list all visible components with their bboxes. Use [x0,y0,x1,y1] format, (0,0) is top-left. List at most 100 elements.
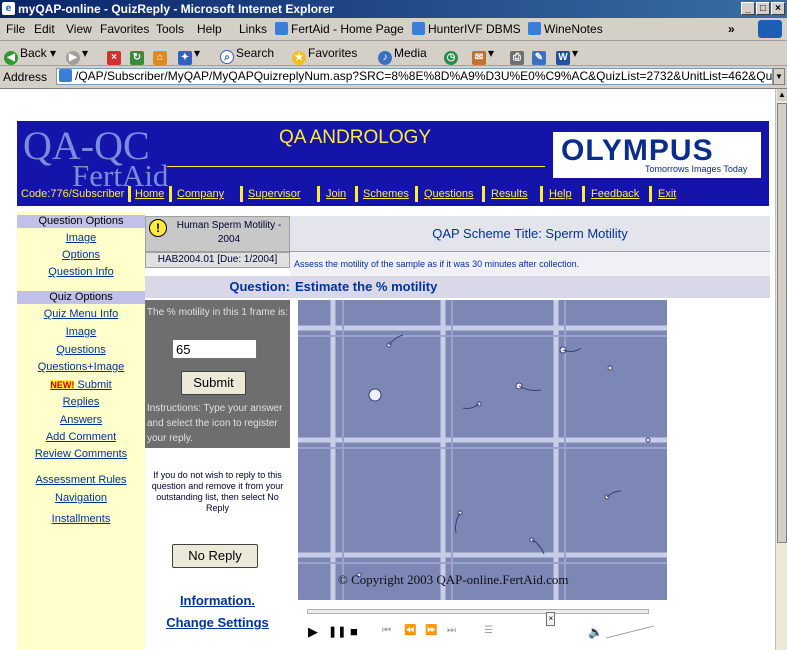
play-button[interactable]: ▶ [308,624,318,640]
sidebar-add-comment[interactable]: Add Comment [17,431,145,443]
nav-results[interactable]: Results [491,188,528,200]
menu-view[interactable]: View [66,18,92,40]
nav-exit[interactable]: Exit [658,188,676,200]
volume-slider[interactable] [606,624,656,640]
sidebar-question-image[interactable]: Image [17,232,145,244]
link-fertaid-home[interactable]: FertAid - Home Page [275,18,404,40]
sidebar-questions-image[interactable]: Questions+Image [17,361,145,373]
vertical-scrollbar[interactable]: ▲ [775,89,787,650]
toolbar: ◀ Back ▾ ▶ ▾ × ↻ ⌂ ✦ ▾ ⌕ Search ★ Favorites ♪… [0,41,787,66]
sidebar-submit-item[interactable]: NEW! Submit [17,379,145,391]
media-button[interactable]: ♪ Media [378,41,427,65]
sponsor-name: OLYMPUS [561,134,714,167]
site-title: QA ANDROLOGY [279,127,432,148]
sidebar-quiz-menu-info[interactable]: Quiz Menu Info [17,308,145,320]
media-icon: ♪ [378,51,392,65]
scroll-thumb[interactable] [777,103,787,543]
no-reply-explanation: If you do not wish to reply to this ques… [151,470,284,513]
tools-button[interactable]: ✦ ▾ [178,41,200,65]
maximize-button[interactable]: □ [756,2,770,15]
sidebar-assessment-rules[interactable]: Assessment Rules [17,474,145,486]
change-settings-link[interactable]: Change Settings [145,615,290,630]
sidebar-review-comments[interactable]: Review Comments [17,448,145,460]
seek-thumb[interactable]: × [546,612,556,626]
edit-page-button[interactable]: ✎ [532,41,548,65]
no-reply-button[interactable]: No Reply [172,544,258,568]
link-winenotes[interactable]: WineNotes [528,18,603,40]
favorites-button[interactable]: ★ Favorites [292,41,357,65]
warning-icon[interactable]: ! [149,219,167,237]
nav-company[interactable]: Company [177,188,224,200]
refresh-button[interactable]: ↻ [130,41,146,65]
menu-edit[interactable]: Edit [34,18,55,40]
mail-button[interactable]: ✉ ▾ [472,41,494,65]
previous-track-icon[interactable]: ⏮ [382,625,391,636]
nav-schemes[interactable]: Schemes [363,188,409,200]
close-button[interactable]: × [771,2,785,15]
link-label: HunterIVF DBMS [428,22,521,36]
word-icon: W [556,51,570,65]
answer-instructions: Instructions: Type your answer and selec… [147,403,283,444]
address-url: /QAP/Subscriber/MyQAP/MyQAPQuizreplyNum.… [75,69,773,83]
fast-forward-icon[interactable]: ⏩ [425,625,437,636]
sidebar-answers[interactable]: Answers [17,414,145,426]
sidebar-question-info[interactable]: Question Info [17,266,145,278]
sidebar-question-options[interactable]: Options [17,249,145,261]
nav-questions[interactable]: Questions [424,188,474,200]
seek-bar[interactable]: × [307,609,649,626]
sidebar-replies[interactable]: Replies [17,396,145,408]
minimize-button[interactable]: _ [741,2,755,15]
next-track-icon[interactable]: ⏭ [447,625,456,636]
home-button[interactable]: ⌂ [153,41,169,65]
information-link[interactable]: Information. [145,593,290,608]
ie-icon: e [2,2,15,15]
nav-separator [355,186,358,202]
print-button[interactable]: ⎙ [510,41,526,65]
history-button[interactable]: ◷ [444,41,460,65]
sidebar-quiz-questions[interactable]: Questions [17,344,145,356]
scheme-title: QAP Scheme Title: Sperm Motility [290,216,770,252]
edit-icon: ✎ [532,51,546,65]
submit-button[interactable]: Submit [181,371,246,395]
stop-button[interactable]: × [107,41,123,65]
volume-mute-icon[interactable]: 🔈 [588,625,603,639]
nav-supervisor[interactable]: Supervisor [248,188,301,200]
address-bar: Address /QAP/Subscriber/MyQAP/MyQAPQuizr… [0,66,787,89]
tools-icon: ✦ [178,51,192,65]
olympus-banner[interactable]: OLYMPUS Tomorrows Images Today [553,132,761,178]
link-label: WineNotes [544,22,603,36]
page-icon [528,22,541,35]
site-header: QA-QC FertAid QA ANDROLOGY OLYMPUS Tomor… [17,121,769,206]
forward-button[interactable]: ▶ ▾ [66,41,88,65]
menu-help[interactable]: Help [197,18,222,40]
nav-join[interactable]: Join [326,188,346,200]
links-chevron[interactable]: » [728,18,735,40]
scroll-up-arrow-icon[interactable]: ▲ [777,89,787,101]
logo-fertaid[interactable]: FertAid [72,160,168,191]
sponsor-tagline: Tomorrows Images Today [645,164,748,174]
back-button[interactable]: ◀ Back ▾ [4,41,56,65]
sidebar-navigation[interactable]: Navigation [17,492,145,504]
pause-button[interactable]: ❚❚ [328,625,346,638]
address-dropdown-button[interactable]: ▼ [773,68,785,85]
favorites-label: Favorites [308,46,358,60]
menu-tools[interactable]: Tools [156,18,184,40]
menu-file[interactable]: File [6,18,25,40]
rewind-icon[interactable]: ⏪ [404,625,416,636]
nav-help[interactable]: Help [549,188,572,200]
nav-home[interactable]: Home [135,188,164,200]
playlist-icon[interactable]: ☰ [484,625,493,636]
stop-button[interactable]: ■ [350,624,358,639]
address-input[interactable]: /QAP/Subscriber/MyQAP/MyQAPQuizreplyNum.… [56,68,773,85]
search-button[interactable]: ⌕ Search [220,41,274,65]
word-button[interactable]: W ▾ [556,41,578,65]
link-hunterivf[interactable]: HunterIVF DBMS [412,18,521,40]
favorites-star-icon: ★ [292,51,306,65]
sidebar-quiz-image[interactable]: Image [17,326,145,338]
address-label: Address [3,70,48,84]
nav-separator [582,186,585,202]
nav-feedback[interactable]: Feedback [591,188,639,200]
menu-favorites[interactable]: Favorites [100,18,149,40]
motility-answer-input[interactable] [172,339,257,359]
sidebar-installments[interactable]: Installments [17,513,145,525]
